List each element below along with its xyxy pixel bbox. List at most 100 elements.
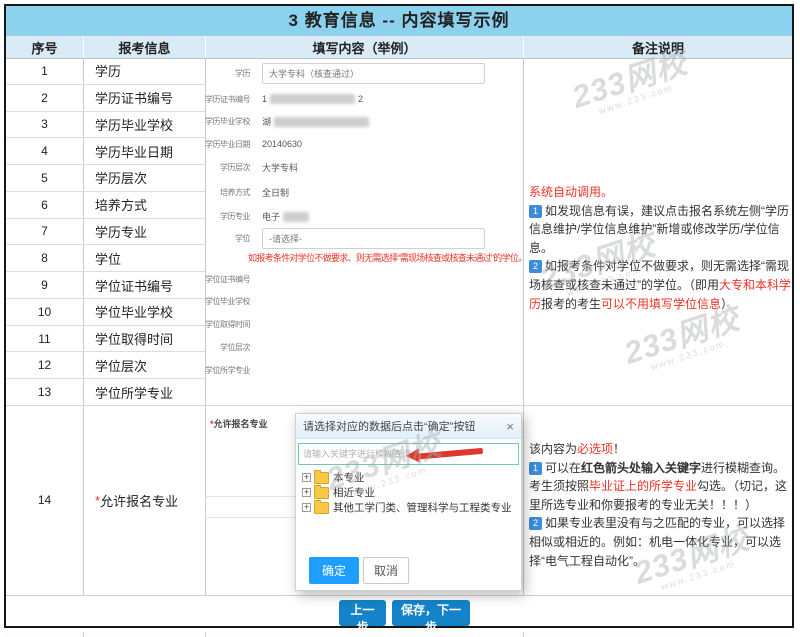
remark-item: 1可以在红色箭头处输入关键字进行模糊查询。考生须按照毕业证上的所学专业勾选。（切… xyxy=(529,459,791,515)
remark-text: 可以不用填写学位信息 xyxy=(601,297,721,311)
table-row-14: 14 *允许报名专业 xyxy=(6,405,205,595)
column-header-field: 报考信息 xyxy=(83,36,205,58)
row-label: 学位所学专业 xyxy=(83,379,205,405)
form-field: 学历证书编号12 xyxy=(205,88,523,110)
remark-text: 该内容为 xyxy=(529,442,577,456)
table-row: 6 培养方式 xyxy=(6,192,205,219)
tree-item[interactable]: +本专业 xyxy=(302,470,512,485)
footer-actions: 上一步 保存，下一步 xyxy=(6,596,792,626)
row-label-text: 学位证书编号 xyxy=(95,276,173,295)
tree-item-label: 其他工学门类、管理科学与工程类专业 xyxy=(333,500,512,515)
row-number: 11 xyxy=(6,326,83,352)
column-divider xyxy=(523,58,524,595)
folder-icon xyxy=(314,472,329,484)
row-label: 学位证书编号 xyxy=(83,272,205,298)
value-suffix: 2 xyxy=(358,94,363,104)
field-label: 学历专业 xyxy=(205,211,250,222)
degree-note-text: 如报考条件对学位不做要求、则无需选择“需现场核查或核查未通过”的学位。 xyxy=(248,251,527,264)
row-label-text: 学历专业 xyxy=(95,222,147,241)
confirm-button[interactable]: 确定 xyxy=(309,557,359,584)
row-label-text: 学历证书编号 xyxy=(95,88,173,107)
form-field: 学历毕业日期20140630 xyxy=(205,133,523,155)
row-number: 9 xyxy=(6,272,83,298)
row-label-text: 学历 xyxy=(95,61,121,80)
degree-select[interactable]: -请选择- xyxy=(262,228,485,249)
field-label: 学历毕业学校 xyxy=(205,116,250,127)
row-number: 5 xyxy=(6,165,83,191)
row-label-text: 学位层次 xyxy=(95,356,147,375)
value-prefix: 1 xyxy=(262,94,267,104)
field-value: 电子 xyxy=(262,210,312,223)
table-row: 10 学位毕业学校 xyxy=(6,299,205,326)
expand-icon[interactable]: + xyxy=(302,503,311,512)
form-field: 学历层次大学专科 xyxy=(205,156,523,178)
form-field: 培养方式全日制 xyxy=(205,181,523,203)
field-label: 学位取得时间 xyxy=(205,319,250,330)
row-number: 6 xyxy=(6,192,83,218)
remark-intro: 该内容为必选项！ xyxy=(529,440,791,459)
form-field: 学历专业 电子 xyxy=(205,205,523,227)
expand-icon[interactable]: + xyxy=(302,473,311,482)
folder-icon xyxy=(314,502,329,514)
table-row: 9 学位证书编号 xyxy=(6,272,205,299)
row-label: 学位取得时间 xyxy=(83,326,205,352)
row-label-text: 培养方式 xyxy=(95,195,147,214)
masked-value xyxy=(274,117,369,127)
row-label-text: 学位毕业学校 xyxy=(95,302,173,321)
field-label-text: 允许报名专业 xyxy=(214,419,268,429)
table-row: 11 学位取得时间 xyxy=(6,326,205,353)
row-number: 14 xyxy=(6,405,83,595)
education-input[interactable]: 大学专科（核查通过） xyxy=(262,63,485,84)
number-badge: 1 xyxy=(529,205,542,218)
expand-icon[interactable]: + xyxy=(302,488,311,497)
form-field: 学位毕业学校 xyxy=(205,290,523,312)
field-label: 学历层次 xyxy=(205,162,250,173)
value-prefix: 湖 xyxy=(262,117,271,127)
form-field: 学历大学专科（核查通过） xyxy=(205,62,523,84)
field-label: 学位层次 xyxy=(205,342,250,353)
row-label-text: 学位 xyxy=(95,249,121,268)
row-number: 7 xyxy=(6,219,83,245)
remark-text: 如果专业表里没有与之匹配的专业，可以选择相似或相近的。例如：机电一体化专业，可以… xyxy=(529,516,785,567)
row-label: 学历毕业日期 xyxy=(83,138,205,164)
row-label: 学历层次 xyxy=(83,165,205,191)
table-row: 13学位所学专业 xyxy=(6,379,205,405)
remark-text: 红色箭头处输入关键字 xyxy=(581,461,701,475)
row-label: 学位 xyxy=(83,245,205,271)
row-label-text: 允许报名专业 xyxy=(100,491,178,510)
table-row: 3 学历毕业学校 xyxy=(6,112,205,139)
row-number: 12 xyxy=(6,352,83,378)
tree-item[interactable]: + 相近专业 xyxy=(302,485,512,500)
form-field: 学位所学专业 xyxy=(205,359,523,381)
cancel-button[interactable]: 取消 xyxy=(363,557,409,584)
dialog-title: 请选择对应的数据后点击“确定”按钮 xyxy=(303,418,475,434)
table-row: 8学位 xyxy=(6,245,205,272)
row-label: 学历毕业学校 xyxy=(83,112,205,138)
row-label-text: 学位取得时间 xyxy=(95,329,173,348)
table-row: 5学历层次 xyxy=(6,165,205,192)
field-label: 学位所学专业 xyxy=(205,365,250,376)
form-field: 学位取得时间 xyxy=(205,313,523,335)
tree-item-label: 相近专业 xyxy=(333,485,375,500)
save-next-button[interactable]: 保存，下一步 xyxy=(392,600,470,626)
close-icon[interactable]: × xyxy=(506,420,514,433)
field-label: 学历毕业日期 xyxy=(205,139,250,150)
row-label: 学位毕业学校 xyxy=(83,299,205,325)
form-field: 学历毕业学校 湖 xyxy=(205,110,523,132)
column-header-index: 序号 xyxy=(6,36,83,58)
row-number: 2 xyxy=(6,85,83,111)
field-value: 湖 xyxy=(262,115,372,128)
remark-text: 可以在 xyxy=(545,461,581,475)
field-label: 学位 xyxy=(205,233,250,244)
row-label: *允许报名专业 xyxy=(83,405,205,595)
dialog-header: 请选择对应的数据后点击“确定”按钮 × xyxy=(296,414,521,439)
row-label-text: 学历毕业学校 xyxy=(95,115,173,134)
row-number: 10 xyxy=(6,299,83,325)
row-label: 学位层次 xyxy=(83,352,205,378)
education-info-page: 3 教育信息 -- 内容填写示例 序号 报考信息 填写内容（举例） 备注说明 1… xyxy=(0,0,800,637)
previous-step-button[interactable]: 上一步 xyxy=(339,600,386,626)
tree-item[interactable]: + 其他工学门类、管理科学与工程类专业 xyxy=(302,500,512,515)
next-table-row-partial xyxy=(4,632,794,637)
row-label: 学历证书编号 xyxy=(83,85,205,111)
row-number: 3 xyxy=(6,112,83,138)
